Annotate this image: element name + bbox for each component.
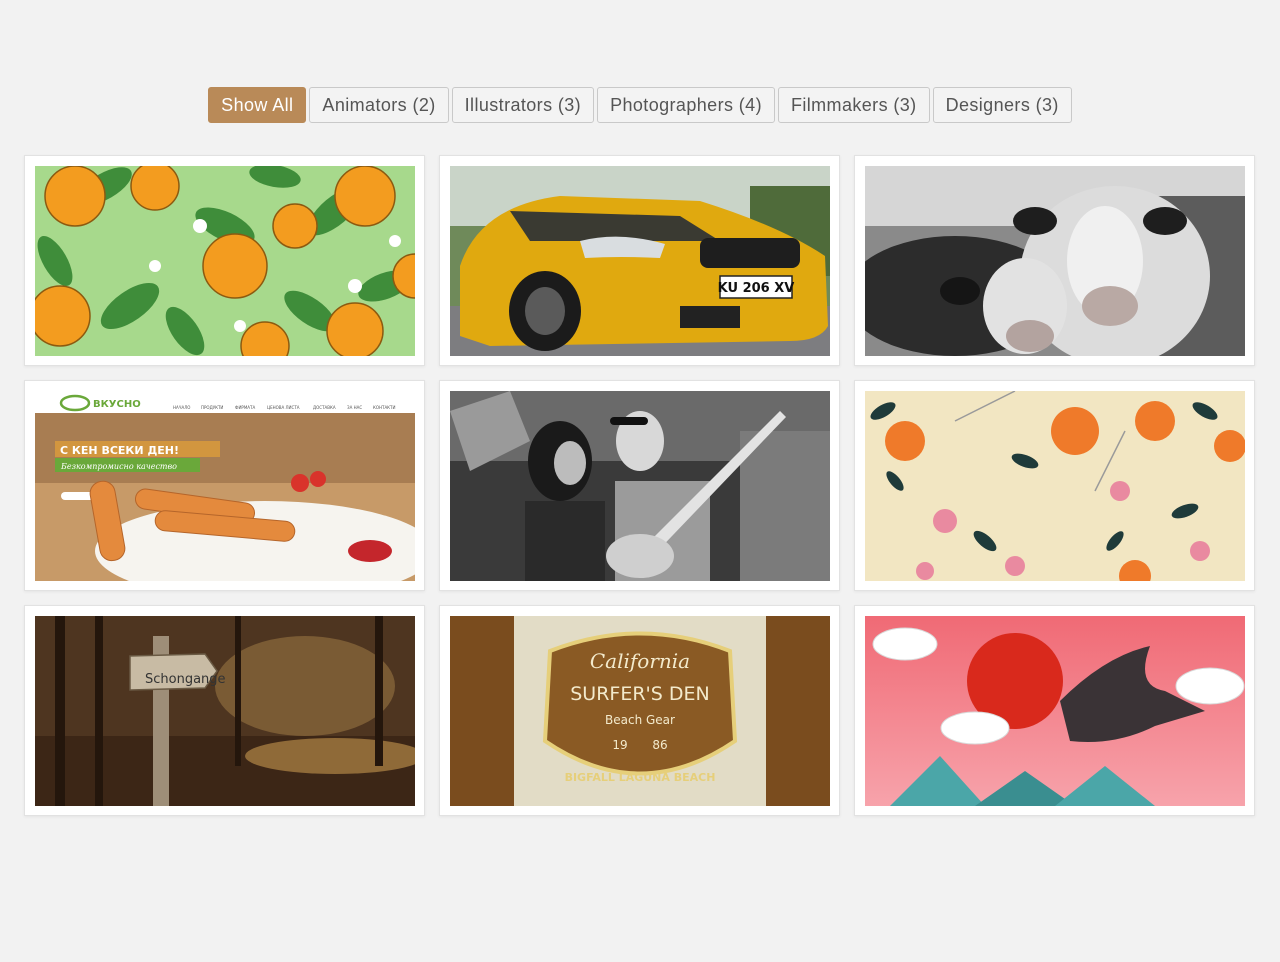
- food-nav-item: ЦЕНОВА ЛИСТА: [267, 405, 300, 410]
- food-nav-item: ПРОДУКТИ: [201, 405, 223, 410]
- food-site-tagline: Безкомпромисно качество: [60, 462, 177, 471]
- portfolio-item-cows[interactable]: [854, 155, 1255, 366]
- floral-pattern-image: [865, 391, 1245, 581]
- food-nav-item: НАЧАЛО: [173, 405, 190, 410]
- food-nav-item: ЗА НАС: [347, 405, 362, 410]
- license-plate-text: KU 206 XV: [718, 281, 795, 296]
- logo-title: California: [590, 649, 690, 673]
- portfolio-item-surfer-logo[interactable]: California SURFER'S DEN Beach Gear 19 86…: [439, 605, 840, 816]
- portfolio-item-food-site[interactable]: ВКУСНО НАЧАЛО ПРОДУКТИ ФИРМАТА ЦЕНОВА ЛИ…: [24, 380, 425, 591]
- portfolio-item-forest[interactable]: Schongange: [24, 605, 425, 816]
- logo-year-right: 86: [652, 738, 667, 752]
- filter-animators-button[interactable]: Animators (2): [309, 87, 449, 123]
- logo-arc-text: BIGFALL LAGUNA BEACH: [565, 771, 716, 784]
- food-site-brand: ВКУСНО: [93, 399, 141, 410]
- filter-show-all-button[interactable]: Show All: [208, 87, 307, 123]
- portfolio-item-bird[interactable]: [854, 605, 1255, 816]
- cows-photo: [865, 166, 1245, 356]
- portfolio-filter-bar: Show All Animators (2) Illustrators (3) …: [0, 87, 1280, 123]
- yellow-car-photo: KU 206 XV: [450, 166, 830, 356]
- forest-signpost-photo: Schongange: [35, 616, 415, 806]
- food-nav-item: ФИРМАТА: [235, 405, 255, 410]
- filter-filmmakers-button[interactable]: Filmmakers (3): [777, 87, 930, 123]
- logo-name: SURFER'S DEN: [570, 683, 709, 705]
- filter-illustrators-button[interactable]: Illustrators (3): [451, 87, 595, 123]
- food-nav-item: ДОСТАВКА: [313, 405, 336, 410]
- food-website-mockup: ВКУСНО НАЧАЛО ПРОДУКТИ ФИРМАТА ЦЕНОВА ЛИ…: [35, 391, 415, 581]
- filter-designers-button[interactable]: Designers (3): [932, 87, 1072, 123]
- filter-photographers-button[interactable]: Photographers (4): [597, 87, 775, 123]
- portfolio-item-oranges[interactable]: [24, 155, 425, 366]
- food-site-headline: С КЕН ВСЕКИ ДЕН!: [60, 444, 179, 457]
- portfolio-item-floral[interactable]: [854, 380, 1255, 591]
- surfer-den-logo-image: California SURFER'S DEN Beach Gear 19 86…: [450, 616, 830, 806]
- bird-sun-illustration: [865, 616, 1245, 806]
- signpost-text: Schongange: [145, 672, 226, 687]
- portfolio-item-car[interactable]: KU 206 XV: [439, 155, 840, 366]
- logo-year-left: 19: [612, 738, 627, 752]
- oranges-pattern-image: [35, 166, 415, 356]
- logo-subtitle: Beach Gear: [605, 713, 675, 727]
- food-nav-item: КОНТАКТИ: [373, 405, 395, 410]
- concert-photo: [450, 391, 830, 581]
- portfolio-item-concert[interactable]: [439, 380, 840, 591]
